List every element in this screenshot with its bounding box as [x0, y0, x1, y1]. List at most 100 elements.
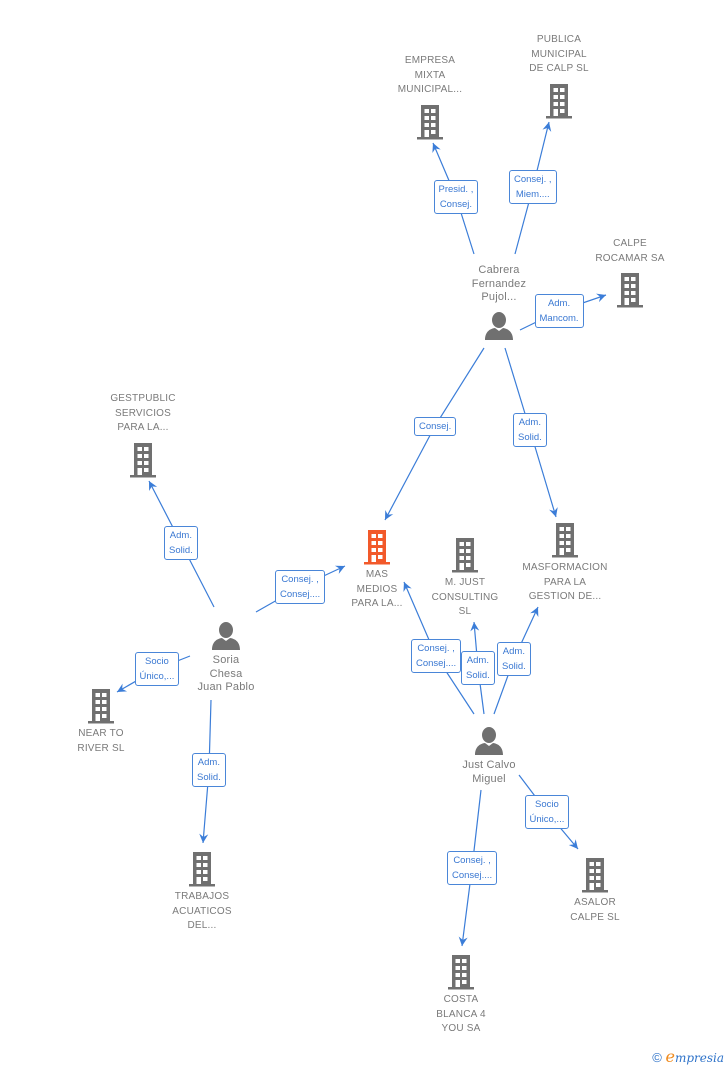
relation-label-line: Consej. , — [514, 174, 552, 185]
node-label-line: DEL... — [187, 920, 217, 932]
copyright-icon: © — [652, 1050, 662, 1065]
node-label[interactable]: ASALOR CALPE SL — [540, 896, 650, 925]
relation-label[interactable]: Adm. Solid. — [497, 642, 531, 676]
node-label[interactable]: EMPRESA MIXTA MUNICIPAL... — [375, 54, 485, 98]
building-icon[interactable] — [410, 537, 520, 573]
node-label-line: RIVER SL — [77, 742, 125, 754]
relation-label-line: Solid. — [466, 670, 490, 681]
node-label-line: PARA LA... — [117, 422, 169, 434]
relation-label[interactable]: Consej. , Miem.... — [509, 170, 557, 204]
node-m_just[interactable]: M. JUST CONSULTING SL — [410, 537, 520, 620]
relation-label[interactable]: Adm. Solid. — [513, 413, 547, 447]
relation-label-line: Adm. — [547, 298, 571, 309]
node-label-line: Chesa — [209, 667, 243, 680]
node-near_to_river[interactable]: NEAR TO RIVER SL — [46, 688, 156, 756]
node-label-line: CALPE SL — [570, 911, 620, 923]
node-label[interactable]: GESTPUBLIC SERVICIOS PARA LA... — [88, 392, 198, 436]
relation-label-line: Consej. , — [453, 855, 491, 866]
building-icon[interactable] — [510, 522, 620, 558]
relation-label[interactable]: Consej. , Consej.... — [411, 639, 462, 673]
node-label-line: MUNICIPAL — [531, 48, 587, 60]
relation-label-line: Mancom. — [539, 313, 579, 324]
node-label-line: GESTPUBLIC — [110, 393, 176, 404]
node-label-line: Fernandez — [471, 277, 527, 290]
node-label-line: CONSULTING — [431, 591, 499, 603]
node-label-line: Soria — [212, 654, 240, 666]
relation-label[interactable]: Adm. Mancom. — [534, 294, 584, 328]
relation-label-line: Solid. — [518, 432, 542, 443]
relation-label[interactable]: Presid. , Consej. — [433, 180, 479, 214]
relation-label[interactable]: Adm. Solid. — [192, 753, 226, 787]
relation-label[interactable]: Adm. Solid. — [461, 651, 495, 685]
node-label[interactable]: Soria Chesa Juan Pablo — [171, 654, 281, 695]
node-label[interactable]: CALPE ROCAMAR SA — [575, 237, 685, 266]
node-label-line: GESTION DE... — [528, 591, 602, 603]
node-calpe_rocamar[interactable]: CALPE ROCAMAR SA — [575, 237, 685, 308]
node-label-line: EMPRESA — [404, 55, 456, 66]
relation-label-line: Adm. — [466, 655, 489, 666]
node-label-line: Cabrera — [478, 264, 520, 276]
node-label[interactable]: NEAR TO RIVER SL — [46, 727, 156, 756]
relation-label[interactable]: Consej. — [414, 416, 457, 436]
node-label[interactable]: Just Calvo Miguel — [434, 759, 544, 786]
node-label[interactable]: M. JUST CONSULTING SL — [410, 576, 520, 620]
node-asalor[interactable]: ASALOR CALPE SL — [540, 857, 650, 925]
node-label-line: CALPE — [613, 238, 647, 249]
node-label-line: PARA LA — [543, 576, 587, 588]
node-label-line: BLANCA 4 — [436, 1008, 486, 1020]
node-label-line: MIXTA — [414, 69, 446, 81]
building-icon[interactable] — [375, 104, 485, 140]
relation-label-line: Adm. — [518, 417, 541, 428]
building-icon[interactable] — [406, 954, 516, 990]
node-label-line: MASFORMACION — [522, 562, 608, 573]
node-trabajos[interactable]: TRABAJOS ACUATICOS DEL... — [147, 851, 257, 934]
node-label-line: Just Calvo — [462, 759, 516, 771]
node-label-line: M. JUST — [444, 577, 486, 588]
building-icon[interactable] — [147, 851, 257, 887]
relation-label-line: Consej.... — [452, 870, 493, 881]
relation-label[interactable]: Adm. Solid. — [164, 526, 198, 560]
relation-label-line: Consej.... — [280, 589, 321, 600]
person-icon[interactable] — [434, 726, 544, 756]
node-empresa_mixta[interactable]: EMPRESA MIXTA MUNICIPAL... — [375, 54, 485, 140]
node-gestpublic[interactable]: GESTPUBLIC SERVICIOS PARA LA... — [88, 392, 198, 478]
relation-label-line: Socio — [145, 656, 169, 667]
relation-label[interactable]: Socio Único,... — [524, 795, 570, 829]
node-label-line: DE CALP SL — [529, 63, 589, 75]
relation-label-line: Único,... — [529, 814, 565, 825]
node-label-line: ACUATICOS — [172, 905, 232, 917]
person-icon[interactable] — [171, 621, 281, 651]
node-publica_municipal[interactable]: PUBLICA MUNICIPAL DE CALP SL — [504, 33, 614, 119]
relation-label[interactable]: Socio Único,... — [134, 652, 180, 686]
building-icon[interactable] — [504, 83, 614, 119]
node-label-line: Juan Pablo — [197, 681, 255, 693]
brand-initial: e — [665, 1047, 675, 1066]
relation-label-line: Consej. — [439, 199, 473, 210]
empresia-watermark: © empresia — [652, 1047, 724, 1066]
building-icon[interactable] — [575, 272, 685, 308]
relation-label[interactable]: Consej. , Consej.... — [275, 570, 326, 604]
node-soria[interactable]: Soria Chesa Juan Pablo — [171, 621, 281, 695]
node-label-line: YOU SA — [441, 1023, 481, 1035]
node-label[interactable]: COSTA BLANCA 4 YOU SA — [406, 993, 516, 1037]
node-just_calvo[interactable]: Just Calvo Miguel — [434, 726, 544, 786]
node-label-line: MUNICIPAL... — [397, 84, 463, 96]
node-label[interactable]: PUBLICA MUNICIPAL DE CALP SL — [504, 33, 614, 77]
relation-label-line: Miem.... — [515, 189, 550, 200]
node-masformacion[interactable]: MASFORMACION PARA LA GESTION DE... — [510, 522, 620, 605]
building-icon[interactable] — [540, 857, 650, 893]
node-label-line: PUBLICA — [536, 34, 582, 45]
brand-rest: mpresia — [674, 1051, 724, 1065]
node-label-line: Miguel — [472, 772, 506, 785]
building-icon[interactable] — [46, 688, 156, 724]
node-label-line: SERVICIOS — [114, 407, 172, 419]
relation-label-line: Presid. , — [438, 184, 474, 195]
building-icon[interactable] — [88, 442, 198, 478]
node-costa_blanca[interactable]: COSTA BLANCA 4 YOU SA — [406, 954, 516, 1037]
node-label[interactable]: TRABAJOS ACUATICOS DEL... — [147, 890, 257, 934]
relation-label-line: Adm. — [197, 757, 220, 768]
node-label[interactable]: MASFORMACION PARA LA GESTION DE... — [510, 561, 620, 605]
node-label-line: SL — [458, 606, 472, 618]
relation-label-line: Solid. — [197, 772, 221, 783]
relation-label[interactable]: Consej. , Consej.... — [447, 851, 498, 885]
